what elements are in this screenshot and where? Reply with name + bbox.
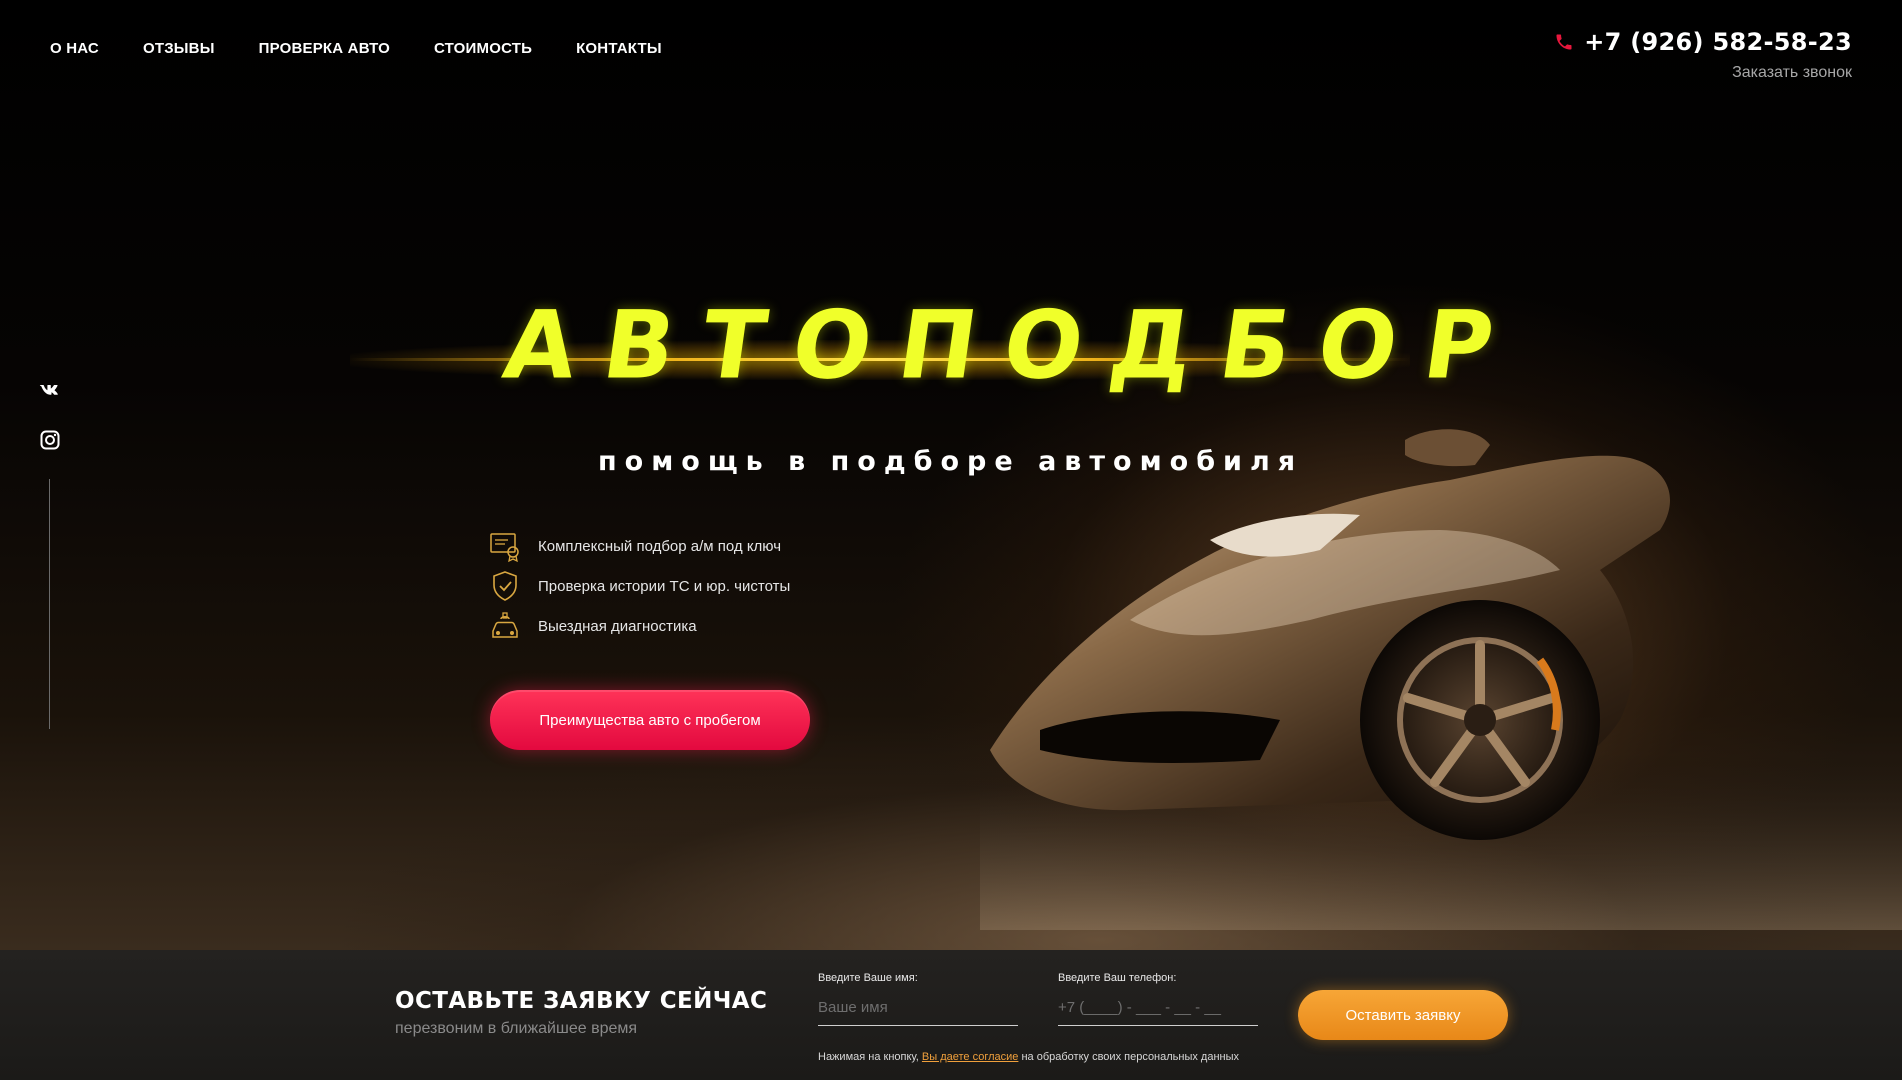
name-input[interactable] — [818, 994, 1018, 1026]
name-field-label: Введите Ваше имя: — [818, 972, 918, 984]
main-nav: О НАС ОТЗЫВЫ ПРОВЕРКА АВТО СТОИМОСТЬ КОН… — [50, 40, 706, 57]
submit-request-button[interactable]: Оставить заявку — [1298, 990, 1508, 1040]
phone-number-link[interactable]: +7 (926) 582-58-23 — [1584, 28, 1852, 56]
form-subtitle: перезвоним в ближайшее время — [395, 1020, 638, 1037]
nav-item-about[interactable]: О НАС — [50, 40, 99, 57]
advantages-button[interactable]: Преимущества авто с пробегом — [490, 690, 810, 750]
phone-icon — [1556, 34, 1572, 50]
feature-label: Выездная диагностика — [538, 617, 697, 635]
shield-check-icon — [493, 571, 517, 601]
feature-item: Выездная диагностика — [488, 606, 790, 646]
car-image — [980, 429, 1902, 930]
header-contact: +7 (926) 582-58-23 Заказать звонок — [1554, 28, 1852, 82]
feature-label: Проверка истории ТС и юр. чистоты — [538, 577, 791, 595]
name-field-group: Введите Ваше имя: — [818, 972, 1018, 1026]
instagram-icon[interactable] — [38, 428, 62, 452]
feature-label: Комплексный подбор а/м под ключ — [538, 537, 782, 555]
consent-link[interactable]: Вы даете согласие — [922, 1051, 1019, 1063]
vk-icon[interactable] — [38, 378, 62, 402]
phone-field-label: Введите Ваш телефон: — [1058, 972, 1177, 984]
nav-item-contacts[interactable]: КОНТАКТЫ — [576, 40, 662, 57]
social-divider-line — [49, 479, 50, 729]
car-diagnostics-icon — [492, 612, 518, 638]
certificate-icon — [490, 533, 519, 563]
social-bar — [38, 378, 62, 729]
request-form-bar: ОСТАВЬТЕ ЗАЯВКУ СЕЙЧАС перезвоним в ближ… — [0, 950, 1902, 1080]
consent-prefix: Нажимая на кнопку, — [818, 1051, 922, 1063]
consent-suffix: на обработку своих персональных данных — [1018, 1051, 1240, 1063]
consent-text: Нажимая на кнопку, Вы даете согласие на … — [818, 1051, 1239, 1063]
phone-row: +7 (926) 582-58-23 — [1554, 28, 1852, 56]
form-title: ОСТАВЬТЕ ЗАЯВКУ СЕЙЧАС — [395, 988, 768, 1014]
feature-item: Комплексный подбор а/м под ключ — [488, 526, 790, 566]
feature-item: Проверка истории ТС и юр. чистоты — [488, 566, 790, 606]
phone-field-group: Введите Ваш телефон: — [1058, 972, 1258, 1026]
callback-link[interactable]: Заказать звонок — [1554, 64, 1852, 82]
hero-title: АВТОПОДБОР — [497, 290, 1528, 401]
nav-item-pricing[interactable]: СТОИМОСТЬ — [434, 40, 532, 57]
phone-input[interactable] — [1058, 994, 1258, 1026]
nav-item-reviews[interactable]: ОТЗЫВЫ — [143, 40, 215, 57]
hero-subtitle: помощь в подборе автомобиля — [598, 446, 1304, 477]
nav-item-car-check[interactable]: ПРОВЕРКА АВТО — [259, 40, 390, 57]
feature-list: Комплексный подбор а/м под ключ Проверка… — [488, 526, 790, 646]
